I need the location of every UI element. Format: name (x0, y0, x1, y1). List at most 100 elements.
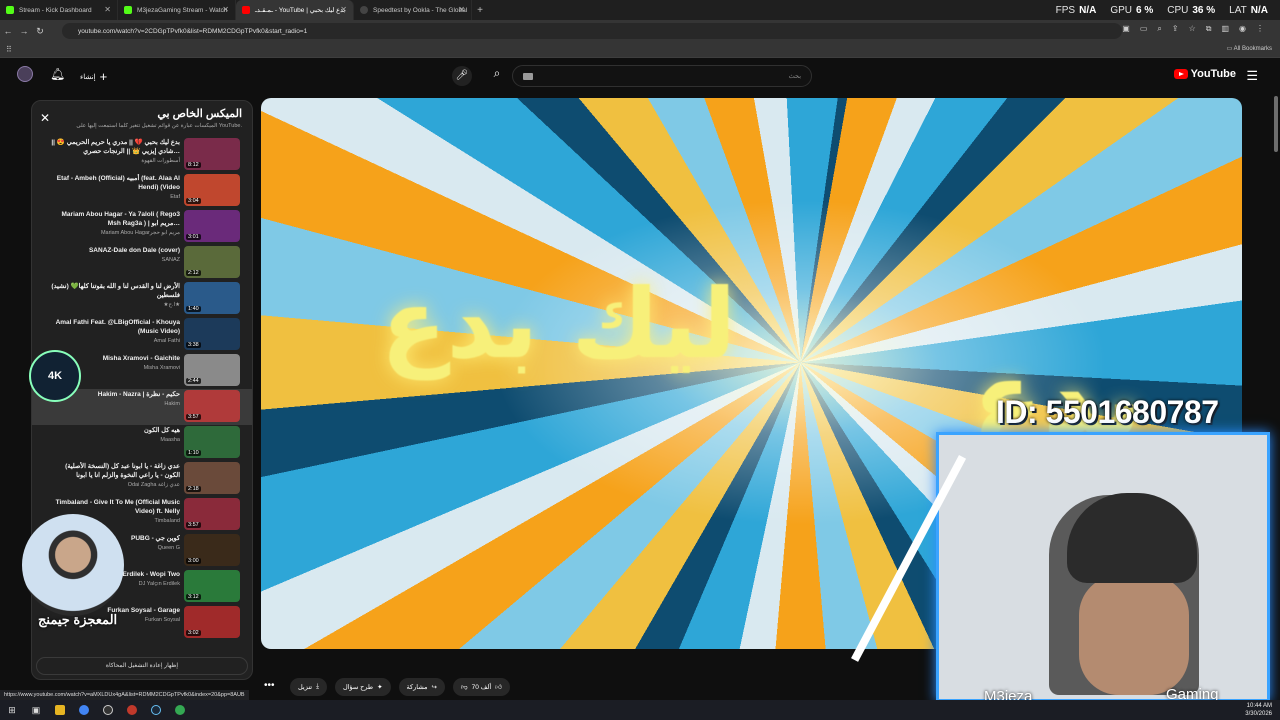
speedtest-icon (360, 6, 368, 14)
notifications-bell-icon[interactable]: 🔔︎ (50, 67, 65, 81)
tab-youtube[interactable]: ـمـقـدـ - YouTube | بدع ليك بحبي ✕ (236, 0, 354, 20)
cast-icon[interactable]: ▭ (1140, 24, 1148, 34)
address-bar-row: ← → ↻ youtube.com/watch?v=2CDGpTPvfk0&li… (0, 20, 1280, 42)
playlist-item[interactable]: 2:18 (النسخة الأصلية) عدي زاغة - يا ابونا… (32, 461, 252, 497)
video-thumbnail[interactable]: 2:18 (184, 462, 240, 494)
page-scrollbar[interactable] (1274, 96, 1278, 152)
video-thumbnail[interactable]: 2:12 (184, 246, 240, 278)
gpu-label: GPU (1110, 4, 1132, 16)
duration-badge: 2:18 (186, 486, 201, 492)
channel-name: SANAZ (161, 257, 180, 263)
close-icon[interactable]: ✕ (340, 5, 347, 14)
sidebar-icon[interactable]: ▥ (1221, 24, 1229, 34)
app-icon[interactable] (120, 700, 144, 720)
video-thumbnail[interactable]: 1:10 (184, 426, 240, 458)
file-explorer-icon[interactable] (48, 700, 72, 720)
browser-menu-icon[interactable]: ⋮ (1256, 24, 1264, 34)
playlist-item[interactable]: 3:04 Etaf - Ambeh (Official) أمبيه (feat.… (32, 173, 252, 209)
bookmark-star-icon[interactable]: ☆ (1189, 24, 1196, 34)
streamer-name: المعجزة جيمنج (38, 612, 118, 627)
search-icon[interactable]: ⌕ (486, 66, 508, 86)
like-icon[interactable]: 👍︎ (495, 683, 502, 691)
duration-badge: 3:38 (186, 342, 201, 348)
lat-label: LAT (1229, 4, 1247, 16)
keyboard-icon[interactable] (523, 73, 533, 80)
translate-icon[interactable]: ▣ (1122, 24, 1130, 34)
close-icon[interactable]: ✕ (458, 5, 465, 14)
all-bookmarks-button[interactable]: ▭ All Bookmarks (1227, 45, 1272, 52)
chrome-active-icon[interactable] (168, 700, 192, 720)
ask-button[interactable]: طرح سؤال ✦ (334, 678, 391, 696)
duration-badge: 1:10 (186, 450, 201, 456)
hamburger-menu-icon[interactable]: ☰ (1246, 68, 1258, 84)
status-bar-url: https://www.youtube.com/watch?v=aMXLDUx4… (0, 690, 249, 700)
performance-overlay: FPS N/A GPU 6 % CPU 36 % LAT N/A (1056, 2, 1268, 18)
channel-name: Etaf (170, 194, 180, 200)
playlist-item[interactable]: 3:38 Amal Fathi Feat. @LBigOfficial - Kho… (32, 317, 252, 353)
taskbar: ⊞ ▣ 10:44 AM 3/30/2026 (0, 700, 1280, 720)
channel-name: أسطورات القهوة (141, 158, 180, 164)
youtube-play-icon (1173, 69, 1188, 79)
apps-icon[interactable]: ⠿ (6, 45, 12, 54)
video-thumbnail[interactable]: 3:57 (184, 498, 240, 530)
video-thumbnail[interactable]: 3:38 (184, 318, 240, 350)
playlist-item[interactable]: 3:01 Mariam Abou Hagar - Ya 7aloli ( Rego… (32, 209, 252, 245)
duration-badge: 3:00 (186, 558, 201, 564)
voice-search-icon[interactable]: 🎤︎ (452, 66, 472, 86)
profile-icon[interactable]: ◉ (1239, 24, 1246, 34)
duration-badge: 3:57 (186, 522, 201, 528)
video-thumbnail[interactable]: 3:12 (184, 570, 240, 602)
steam-icon[interactable] (144, 700, 168, 720)
more-actions-icon[interactable]: ••• (264, 680, 275, 691)
duration-badge: 2:44 (186, 378, 201, 384)
playlist-item[interactable]: 8:12 بدع ليك بحبي 💔 || مدري يا حريم الحري… (32, 137, 252, 173)
video-thumbnail[interactable]: 3:04 (184, 174, 240, 206)
account-avatar[interactable] (17, 66, 33, 82)
simulated-replay-button[interactable]: إظهار إعادة التشغيل المحاكاة (36, 657, 248, 675)
chrome-icon[interactable] (72, 700, 96, 720)
tab-speedtest[interactable]: Speedtest by Ookla - The Global ✕ (354, 0, 472, 20)
video-thumbnail[interactable]: 3:57 (184, 390, 240, 422)
tab-kick-stream[interactable]: M3jezaGaming Stream - Watch ✕ (118, 0, 236, 20)
youtube-logo[interactable]: YouTube (1173, 68, 1236, 80)
zoom-icon[interactable]: ⌕ (1157, 24, 1161, 34)
share-icon[interactable]: ⇪ (1172, 24, 1179, 34)
reload-icon[interactable]: ↻ (32, 26, 48, 37)
channel-name: Odai Zagha عدي زاغة (127, 482, 180, 488)
playlist-item[interactable]: 1:40 (نشيد) الأرض لنا و القدس لنا و الله … (32, 281, 252, 317)
windows-start-icon[interactable]: ⊞ (0, 700, 24, 720)
video-title-art: ليك بدع (381, 268, 737, 380)
plus-icon: + (99, 69, 108, 84)
video-thumbnail[interactable]: 3:00 (184, 534, 240, 566)
channel-name: Maasha (160, 437, 180, 443)
duration-badge: 1:40 (186, 306, 201, 312)
playlist-item[interactable]: 2:12 SANAZ-Dale don Dale (cover) SANAZ (32, 245, 252, 281)
playlist-item[interactable]: 1:10 هيه كل الكون Maasha (32, 425, 252, 461)
duration-badge: 3:04 (186, 198, 201, 204)
video-title: هيه كل الكون (143, 427, 180, 434)
url-field[interactable]: youtube.com/watch?v=2CDGpTPvfk0&list=RDM… (62, 23, 1122, 39)
video-thumbnail[interactable]: 3:02 (184, 606, 240, 638)
download-button[interactable]: تنزيل ⤓ (290, 678, 327, 696)
close-icon[interactable]: ✕ (222, 5, 229, 14)
system-clock[interactable]: 10:44 AM 3/30/2026 (1245, 702, 1272, 718)
search-input[interactable]: بحث (512, 65, 812, 87)
video-title: (نشيد) الأرض لنا و القدس لنا و الله بقوت… (51, 283, 180, 299)
video-thumbnail[interactable]: 8:12 (184, 138, 240, 170)
share-button[interactable]: مشاركة ↪ (398, 678, 445, 696)
forward-icon[interactable]: → (16, 26, 32, 36)
new-tab-button[interactable]: + (472, 5, 488, 16)
dislike-icon[interactable]: 👎︎ (461, 683, 468, 691)
like-count: 70 ألف (471, 684, 492, 691)
back-icon[interactable]: ← (0, 26, 16, 36)
obs-icon[interactable] (96, 700, 120, 720)
video-thumbnail[interactable]: 3:01 (184, 210, 240, 242)
video-thumbnail[interactable]: 2:44 (184, 354, 240, 386)
tab-kick-dashboard[interactable]: Stream - Kick Dashboard ✕ (0, 0, 118, 20)
video-thumbnail[interactable]: 1:40 (184, 282, 240, 314)
create-button[interactable]: إنشاء + (80, 69, 107, 84)
task-view-icon[interactable]: ▣ (24, 700, 48, 720)
close-icon[interactable]: ✕ (104, 5, 111, 14)
extensions-icon[interactable]: ⧉ (1206, 24, 1212, 34)
duration-badge: 2:12 (186, 270, 201, 276)
